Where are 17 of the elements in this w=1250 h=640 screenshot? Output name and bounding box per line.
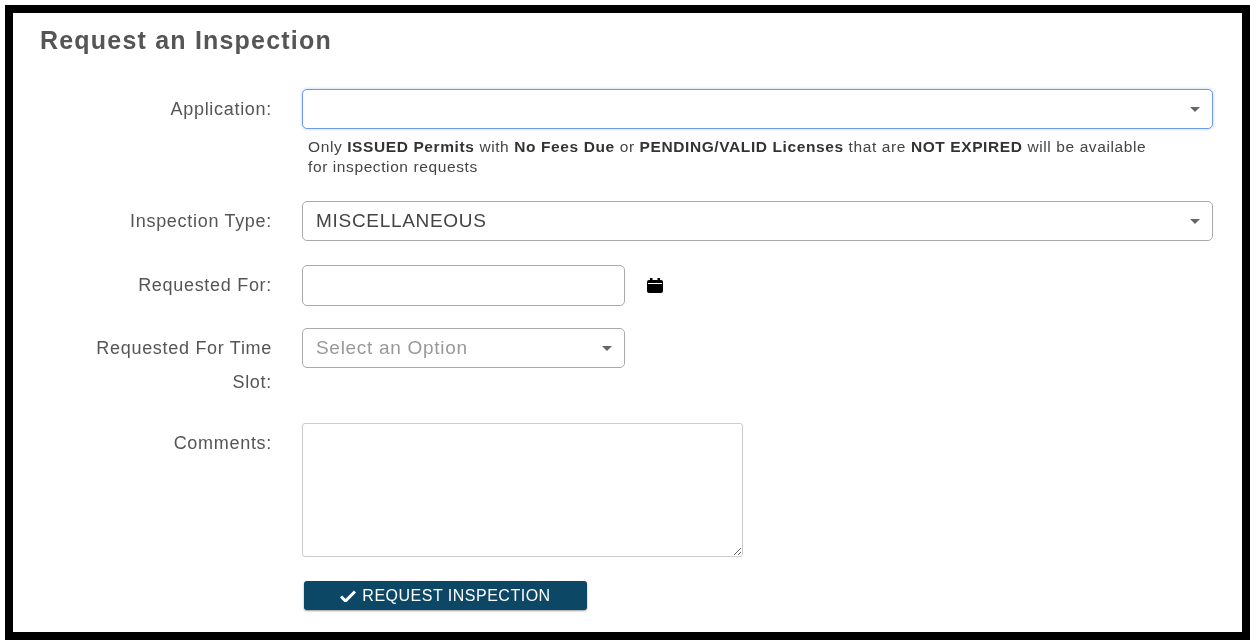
- field-label: Application:: [169, 98, 272, 121]
- field-label: Inspection Type:: [129, 210, 272, 233]
- field-label: Requested For:: [137, 274, 272, 297]
- dropdown-field[interactable]: [302, 89, 1213, 129]
- request-inspection-button[interactable]: REQUEST INSPECTION: [304, 581, 587, 610]
- caret-icon: [602, 345, 612, 351]
- field-label: Requested For Time Slot:: [95, 337, 272, 394]
- calendar-icon[interactable]: [647, 278, 663, 293]
- date-field[interactable]: [302, 265, 625, 306]
- help-text: Only ISSUED Permits with No Fees Due or PENDING/VALID Licenses that are NOT EXPIRED will be available for inspection requests: [308, 137, 1148, 177]
- checkmark-icon: [340, 589, 357, 602]
- caret-icon: [1190, 218, 1200, 224]
- form-title: Request an Inspection: [40, 25, 332, 55]
- dropdown-field[interactable]: MISCELLANEOUS: [302, 201, 1213, 241]
- caret-icon: [1190, 106, 1200, 112]
- comments-field[interactable]: [302, 423, 743, 557]
- field-label: Comments:: [172, 432, 272, 455]
